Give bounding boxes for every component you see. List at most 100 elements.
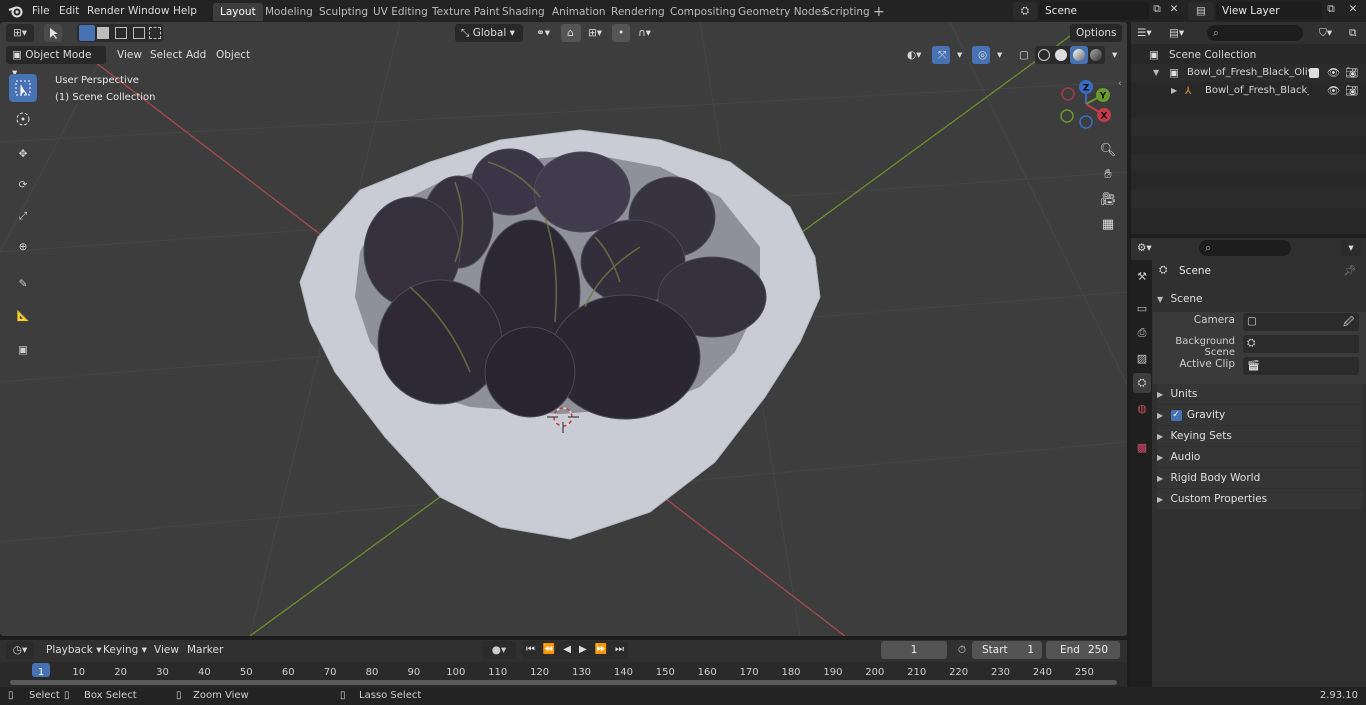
new-view-layer-icon[interactable]: ⧉ [1324, 3, 1338, 19]
select-new-icon[interactable] [79, 25, 95, 41]
outliner-row-collection[interactable]: ▼ ▣ Bowl_of_Fresh_Black_Olives 👁︎ 📷︎ [1131, 64, 1366, 82]
tab-rendering[interactable]: Rendering [604, 3, 672, 21]
properties-editor-type-icon[interactable]: ⚙▾ [1137, 240, 1163, 256]
select-tool-mode-icon[interactable] [44, 24, 62, 42]
select-box-tool-icon[interactable] [9, 74, 37, 102]
world-tab-icon[interactable]: ◍ [1133, 398, 1151, 418]
auto-keying-icon[interactable]: ●▾ [482, 641, 516, 659]
menu-view[interactable]: View [111, 46, 148, 64]
menu-add[interactable]: Add [180, 46, 212, 64]
pivot-point-icon[interactable]: ⚭▾ [530, 24, 556, 42]
selection-mode-group[interactable] [77, 24, 163, 42]
jump-end-icon[interactable]: ⏭ [615, 641, 624, 659]
add-workspace-button[interactable]: + [866, 3, 892, 21]
visibility-eye-icon[interactable]: 👁︎ [1327, 64, 1340, 82]
overlay-dropdown-icon[interactable]: ▾ [991, 46, 1005, 64]
camera-view-icon[interactable]: 🎥︎ [1096, 192, 1120, 212]
rendered-shading-icon[interactable] [1090, 49, 1102, 61]
render-camera-icon[interactable]: 📷︎ [1345, 82, 1358, 100]
background-scene-field[interactable]: ⛭ [1243, 335, 1359, 353]
timeline-scrollbar[interactable] [10, 680, 1117, 685]
select-intersect-icon[interactable] [149, 27, 161, 39]
view-layer-field[interactable]: View Layer [1216, 2, 1322, 20]
output-tab-icon[interactable]: ⎙ [1133, 323, 1151, 343]
snap-toggle-icon[interactable]: ⌂ [561, 24, 581, 42]
menu-file[interactable]: File [27, 3, 55, 19]
select-subtract-icon[interactable] [115, 27, 127, 39]
outliner-search-input[interactable]: ⌕ [1207, 25, 1303, 41]
start-frame-field[interactable]: Start 1 [972, 641, 1042, 659]
outliner-row-scene-collection[interactable]: ▣ Scene Collection [1131, 46, 1366, 64]
gizmo-toggle-icon[interactable]: ⤧ [932, 46, 950, 64]
proportional-edit-icon[interactable]: • [612, 24, 630, 42]
camera-field[interactable]: ▢ 🖉︎ [1243, 313, 1359, 331]
move-tool-icon[interactable]: ✥ [9, 140, 37, 168]
expand-arrow-icon[interactable]: ▼ [1153, 64, 1159, 82]
timeline-editor-type-icon[interactable]: ◷▾ [6, 641, 34, 659]
timeline-view-menu[interactable]: View [148, 641, 185, 659]
tab-shading[interactable]: Shading [495, 3, 552, 21]
rigid-body-world-panel-header[interactable]: ▶ Rigid Body World [1157, 468, 1363, 488]
keying-sets-panel-header[interactable]: ▶ Keying Sets [1157, 426, 1363, 446]
active-clip-field[interactable]: 🎬︎ [1243, 357, 1359, 375]
navigation-gizmo[interactable]: Z Y X [1055, 77, 1117, 132]
filter-icon[interactable]: ⛉▾ [1319, 25, 1345, 41]
marker-menu[interactable]: Marker [181, 641, 229, 659]
gizmo-dropdown-icon[interactable]: ▾ [951, 46, 965, 64]
end-frame-field[interactable]: End 250 [1046, 641, 1120, 659]
menu-edit[interactable]: Edit [54, 3, 84, 19]
annotate-tool-icon[interactable]: ✎ [9, 270, 37, 298]
current-frame-field[interactable]: 1 [881, 641, 947, 659]
render-camera-icon[interactable]: 📷︎ [1345, 64, 1358, 82]
blender-logo-icon[interactable] [8, 4, 24, 18]
delete-view-layer-icon[interactable]: ✕ [1346, 3, 1360, 19]
transform-tool-icon[interactable]: ⊕ [9, 233, 37, 261]
visibility-icon[interactable]: ◐▾ [901, 46, 927, 64]
tab-animation[interactable]: Animation [545, 3, 613, 21]
texture-tab-icon[interactable]: ▩ [1133, 437, 1151, 457]
stopwatch-icon[interactable]: ⏱ [953, 641, 971, 659]
expand-arrow-icon[interactable]: ▶ [1171, 82, 1177, 100]
menu-window[interactable]: Window [123, 3, 174, 19]
pan-hand-icon[interactable]: ✋︎ [1096, 167, 1120, 187]
scene-panel-header[interactable]: ▼ Scene [1157, 289, 1363, 309]
overlay-toggle-icon[interactable]: ◎ [972, 46, 990, 64]
sidebar-collapse-icon[interactable]: ‹ [1118, 79, 1127, 95]
measure-tool-icon[interactable]: 📐 [9, 301, 37, 329]
render-tab-icon[interactable]: ▭ [1133, 298, 1151, 318]
viewport-scene[interactable] [0, 22, 1127, 636]
editor-type-icon[interactable]: ⊞▾ [6, 24, 34, 42]
zoom-icon[interactable]: 🔍︎ [1096, 143, 1120, 163]
eyedropper-icon[interactable]: 🖉︎ [1343, 314, 1354, 332]
view-layer-browse-icon[interactable]: ▤ [1188, 2, 1214, 20]
view-layer-tab-icon[interactable]: ▨ [1133, 348, 1151, 368]
options-dropdown[interactable]: Options ▾ [1070, 24, 1122, 57]
display-mode-icon[interactable]: ▤▾ [1169, 25, 1195, 41]
snap-target-icon[interactable]: ⊞▾ [582, 24, 608, 42]
tab-layout[interactable]: Layout [213, 3, 263, 21]
gravity-panel-header[interactable]: ▶ ✓ Gravity [1157, 405, 1363, 425]
scene-tab-icon[interactable]: ⛭ [1133, 373, 1151, 393]
properties-search-input[interactable]: ⌕ [1199, 240, 1291, 256]
play-reverse-icon[interactable]: ◀ [563, 641, 571, 659]
visibility-eye-icon[interactable]: 👁︎ [1327, 82, 1340, 100]
menu-help[interactable]: Help [168, 3, 202, 19]
scene-browse-icon[interactable]: ⛭ [1013, 2, 1037, 20]
select-extend-icon[interactable] [97, 27, 109, 39]
new-collection-icon[interactable]: ⧉ [1349, 25, 1363, 41]
exclude-checkbox[interactable] [1309, 68, 1319, 78]
wireframe-shading-icon[interactable] [1038, 49, 1050, 61]
3d-viewport[interactable]: ⊞▾ ⤡ Global ▾ ⚭▾ ⌂ ⊞▾ • ∩▾ Options ▾ ▣ O… [0, 22, 1127, 636]
object-mode-dropdown[interactable]: ▣ Object Mode ▾ [6, 46, 106, 79]
jump-keyframe-forward-icon[interactable]: ⏩ [595, 641, 607, 659]
add-cube-tool-icon[interactable]: ▣ [9, 336, 37, 364]
jump-start-icon[interactable]: ⏮ [526, 641, 535, 659]
custom-properties-panel-header[interactable]: ▶ Custom Properties [1157, 489, 1363, 509]
tool-tab-icon[interactable]: ⚒ [1133, 266, 1151, 286]
pin-icon[interactable]: 📌︎ [1343, 264, 1356, 277]
xray-icon[interactable]: ▢ [1013, 46, 1031, 64]
select-invert-icon[interactable] [133, 27, 145, 39]
scale-tool-icon[interactable]: ⤢ [9, 202, 37, 230]
units-panel-header[interactable]: ▶ Units [1157, 384, 1363, 404]
shading-dropdown-icon[interactable]: ▾ [1106, 46, 1120, 64]
